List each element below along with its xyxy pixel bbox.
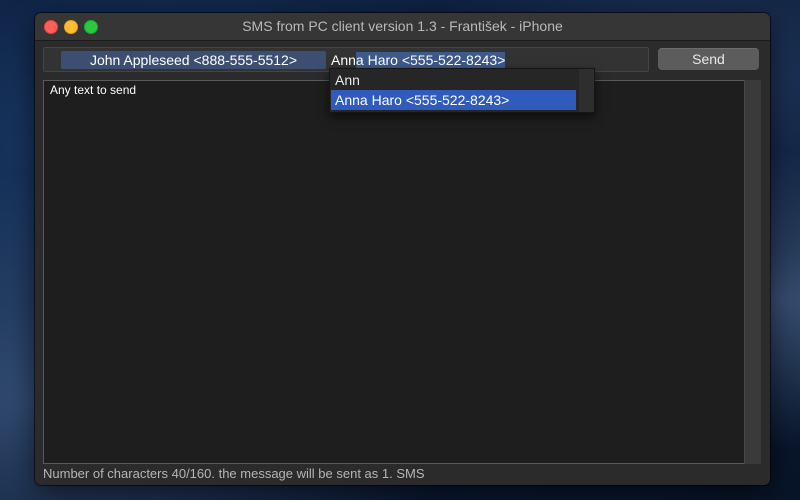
autocomplete-item-selected[interactable]: Anna Haro <555-522-8243>: [331, 90, 576, 110]
title-bar: SMS from PC client version 1.3 - Františ…: [35, 13, 770, 41]
message-text: Any text to send: [50, 83, 137, 97]
autocomplete-item[interactable]: Ann: [331, 70, 576, 90]
recipient-token[interactable]: John Appleseed <888-555-5512>: [61, 51, 326, 69]
autocomplete-scrollbar[interactable]: [579, 69, 594, 112]
message-scrollbar[interactable]: [744, 80, 761, 464]
typed-text: Ann: [331, 52, 356, 68]
send-button[interactable]: Send: [658, 48, 759, 70]
character-count-status: Number of characters 40/160. the message…: [43, 466, 425, 481]
recipient-input[interactable]: Anna Haro <555-522-8243>: [331, 51, 506, 69]
window-title: SMS from PC client version 1.3 - Františ…: [242, 18, 563, 34]
message-textarea[interactable]: Any text to send: [43, 80, 745, 464]
autocomplete-suggestion-text: a Haro <555-522-8243>: [355, 52, 506, 68]
autocomplete-dropdown: Ann Anna Haro <555-522-8243>: [329, 68, 595, 113]
